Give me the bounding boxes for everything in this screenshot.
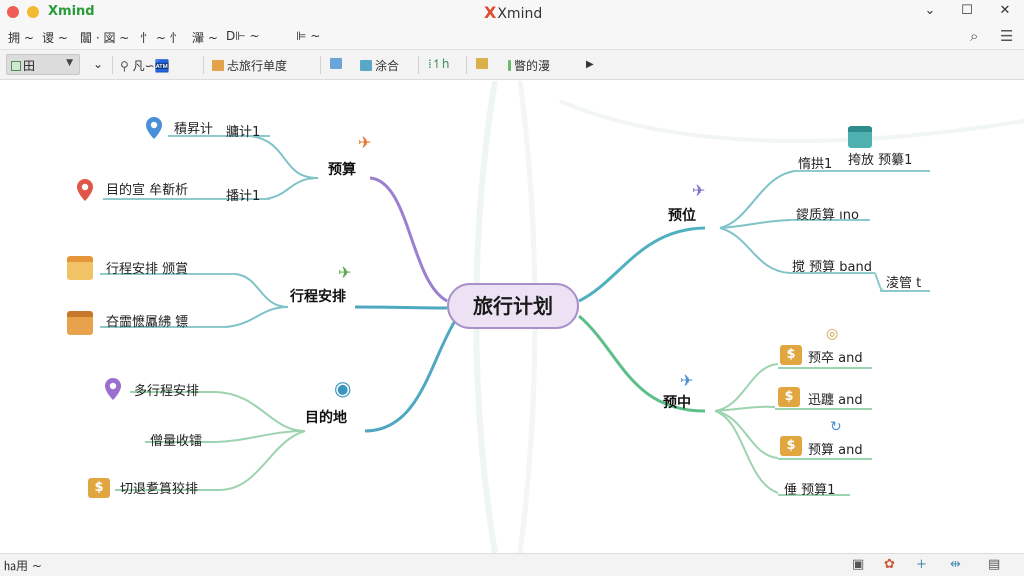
calendar-icon xyxy=(67,256,93,280)
menu-item-5[interactable]: 瀈 ~ xyxy=(192,29,218,46)
topic-middle-3[interactable]: 预算 and xyxy=(808,439,863,460)
toolbar-outline-button[interactable] xyxy=(476,57,491,71)
toolbar-layout-button[interactable] xyxy=(330,57,345,71)
maximize-icon[interactable]: ☐ xyxy=(957,3,977,21)
branch-budget[interactable]: 预算 xyxy=(328,159,356,179)
window-title-text: Xmind xyxy=(497,6,543,22)
paper-plane-icon: ✈ xyxy=(680,371,694,390)
xmind-logo-icon: X xyxy=(484,3,497,22)
topic-budget-1-sub[interactable]: 牅计1 xyxy=(226,121,260,142)
toolbar-item-label: 凡∽🏧 xyxy=(132,59,170,73)
toolbar-outline-label[interactable]: 瞥的漫 xyxy=(508,57,550,74)
branch-destination[interactable]: 目的地 xyxy=(305,407,347,427)
toolbar-divider xyxy=(466,56,467,74)
toolbar-divider xyxy=(418,56,419,74)
view-icon xyxy=(11,61,21,71)
central-topic[interactable]: 旅行计划 xyxy=(447,283,579,329)
topic-middle-1[interactable]: 预卒 and xyxy=(808,347,863,368)
chevron-down-icon[interactable]: ⌄ xyxy=(920,3,940,21)
topic-middle-2[interactable]: 迅躔 and xyxy=(808,389,863,410)
topic-destination-3[interactable]: 切退乽篔狡排 xyxy=(120,478,198,499)
view-select[interactable]: 田 ▼ xyxy=(6,54,80,75)
toolbar-item-label: 涂合 xyxy=(375,59,400,73)
topic-budget-2[interactable]: 目的宣 牟斱析 xyxy=(106,179,188,200)
toolbar-search-button[interactable]: ⚲ 凡∽🏧 xyxy=(120,57,170,74)
menu-item-2[interactable]: 谡 ~ xyxy=(42,29,68,46)
coin-icon: ◎ xyxy=(826,326,839,342)
toolbar-item-label: 忐旅行单度 xyxy=(227,59,288,73)
toolbar-marker-button[interactable]: 忐旅行单度 xyxy=(212,57,287,74)
map-view-icon[interactable]: ▣ xyxy=(852,557,864,572)
location-pin-icon xyxy=(77,179,93,201)
branch-itinerary[interactable]: 行程安排 xyxy=(290,286,346,306)
close-icon[interactable]: ✕ xyxy=(995,3,1015,21)
topic-itinerary-2[interactable]: 夻霝懡屭紼 镖 xyxy=(106,311,188,332)
paper-plane-icon: ✈ xyxy=(338,263,352,282)
topic-destination-2[interactable]: 僧量收镭 xyxy=(150,430,202,451)
topic-location-2[interactable]: 鑁质算 ıno xyxy=(796,204,859,225)
topic-budget-1[interactable]: 積昇计 xyxy=(174,118,213,139)
toolbar-layout-toggle[interactable]: ⁞↿h xyxy=(428,57,449,71)
menu-item-6[interactable]: D⊩ ~ xyxy=(226,29,260,43)
minimize-dot[interactable] xyxy=(27,6,39,18)
location-pin-icon xyxy=(105,378,121,400)
toolbar-divider xyxy=(320,56,321,74)
topic-itinerary-1[interactable]: 行程安排 颁賞 xyxy=(106,258,188,279)
status-zoom-menu[interactable]: ㏊用 ~ xyxy=(4,557,42,574)
search-icon[interactable]: ⌕ xyxy=(970,27,978,45)
topic-middle-4[interactable]: 倕 预算1 xyxy=(784,479,835,500)
dollar-icon: $ xyxy=(778,387,800,407)
toolbar-format-button[interactable]: 涂合 xyxy=(360,57,399,74)
paper-plane-icon: ✈ xyxy=(358,133,372,152)
topic-location-3[interactable]: 搅 预算 band xyxy=(792,256,872,277)
refresh-icon: ↻ xyxy=(830,419,842,435)
chevron-down-icon: ▼ xyxy=(66,58,73,68)
topic-location-3-sub[interactable]: 淩管 t xyxy=(886,272,921,293)
topic-destination-1[interactable]: 多行程安排 xyxy=(134,380,199,401)
dollar-icon: $ xyxy=(780,345,802,365)
topic-location-1-sub[interactable]: 挎放 预纂1 xyxy=(848,149,912,170)
toolbar-divider xyxy=(112,56,113,74)
paper-plane-icon: ✈ xyxy=(692,181,706,200)
toolbar: 田 ▼ ⌄ ⚲ 凡∽🏧 忐旅行单度 涂合 ⁞↿h 瞥的漫 ▶ xyxy=(0,50,1024,80)
marker-icon xyxy=(212,60,224,71)
dollar-icon: $ xyxy=(780,436,802,456)
play-icon[interactable]: ▶ xyxy=(586,59,594,70)
calendar-icon xyxy=(67,311,93,335)
app-window: Xmind XXmind ⌄ ☐ ✕ 拥 ~ 谡 ~ 闒 · 図 ~ 忄 ~ 忄… xyxy=(0,0,1024,576)
title-bar: Xmind XXmind ⌄ ☐ ✕ xyxy=(0,0,1024,24)
app-name: Xmind xyxy=(48,4,95,19)
topic-location-1[interactable]: 惰拱1 xyxy=(798,153,832,174)
toolbar-divider xyxy=(203,56,204,74)
window-title: XXmind xyxy=(484,3,542,22)
topic-budget-2-sub[interactable]: 播计1 xyxy=(226,185,260,206)
location-pin-icon xyxy=(146,117,162,139)
outline-icon xyxy=(476,58,488,69)
target-icon: ◉ xyxy=(334,376,352,400)
fit-view-icon[interactable]: ⇹ xyxy=(950,557,961,572)
branch-middle[interactable]: 预中 xyxy=(663,392,691,412)
view-label: 田 xyxy=(23,59,36,73)
format-icon xyxy=(360,60,372,71)
zoom-in-icon[interactable]: + xyxy=(916,557,927,572)
menu-item-1[interactable]: 拥 ~ xyxy=(8,29,34,46)
structure-icon xyxy=(330,58,342,69)
search-icon: ⚲ xyxy=(120,59,129,73)
close-dot[interactable] xyxy=(7,6,19,18)
mindmap-canvas[interactable]: 旅行计划 ✈ 预算 積昇计 牅计1 目的宣 牟斱析 播计1 ✈ 行程安排 行程安… xyxy=(0,81,1024,553)
branch-location[interactable]: 预位 xyxy=(668,205,696,225)
panel-icon[interactable]: ▤ xyxy=(988,557,1000,572)
dropdown-icon[interactable]: ⌄ xyxy=(93,57,103,71)
menu-item-4[interactable]: 忄 ~ 忄 xyxy=(140,29,182,46)
toolbar-item-label: 瞥的漫 xyxy=(514,59,551,73)
menu-item-7[interactable]: ⊫ ~ xyxy=(296,29,320,43)
menu-item-3[interactable]: 闒 · 図 ~ xyxy=(80,29,129,46)
share-icon[interactable]: ✿ xyxy=(884,557,895,572)
settings-icon[interactable]: ☰ xyxy=(1000,27,1013,45)
dollar-icon: $ xyxy=(88,478,110,498)
calendar-icon xyxy=(848,126,872,148)
bar-icon xyxy=(508,60,511,71)
status-bar: ㏊用 ~ ▣ ✿ + ⇹ ▤ xyxy=(0,553,1024,576)
menu-bar: 拥 ~ 谡 ~ 闒 · 図 ~ 忄 ~ 忄 瀈 ~ D⊩ ~ ⊫ ~ ⌕ ☰ xyxy=(0,24,1024,50)
